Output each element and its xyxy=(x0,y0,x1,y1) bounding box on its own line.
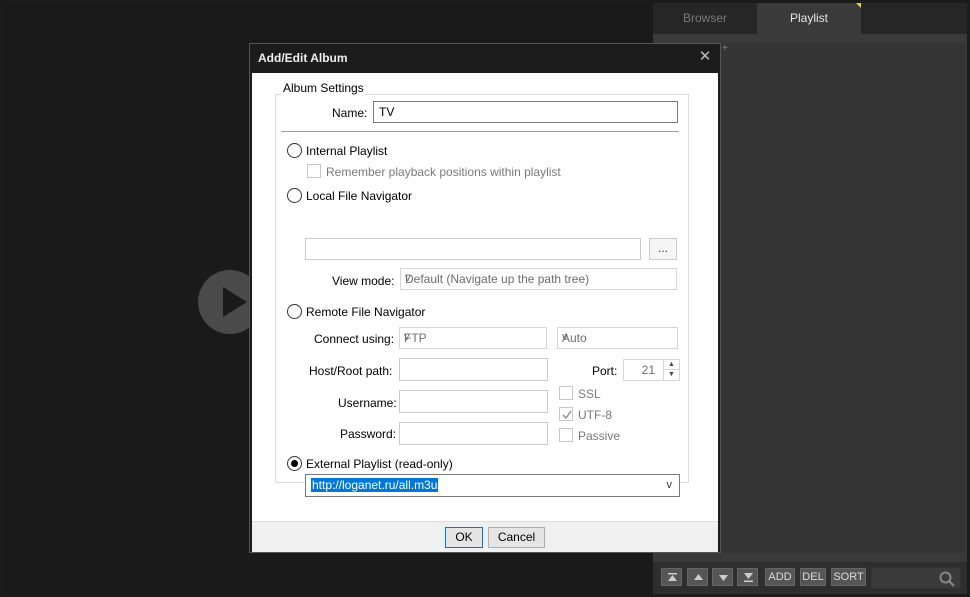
internal-playlist-label[interactable]: Internal Playlist xyxy=(306,144,387,158)
local-path-input[interactable] xyxy=(305,238,641,260)
tab-browser[interactable]: Browser xyxy=(653,3,757,34)
remember-positions-checkbox[interactable] xyxy=(307,164,321,178)
remote-navigator-label[interactable]: Remote File Navigator xyxy=(306,305,425,319)
chevron-down-icon: v xyxy=(666,479,673,491)
local-navigator-radio[interactable] xyxy=(287,188,302,203)
external-playlist-radio[interactable] xyxy=(287,456,302,471)
move-top-button[interactable] xyxy=(661,568,682,586)
move-bottom-button[interactable] xyxy=(737,568,758,586)
host-input[interactable] xyxy=(399,358,548,381)
utf8-label: UTF-8 xyxy=(578,408,612,422)
port-up-icon[interactable]: ▲ xyxy=(663,360,679,370)
username-label: Username: xyxy=(338,396,397,410)
move-up-button[interactable] xyxy=(687,568,708,586)
chevron-down-icon: v xyxy=(562,331,568,343)
ssl-checkbox[interactable] xyxy=(559,386,573,400)
chevron-down-icon: v xyxy=(404,331,410,343)
name-value: TV xyxy=(379,105,395,119)
host-label: Host/Root path: xyxy=(309,364,393,378)
port-down-icon[interactable]: ▼ xyxy=(663,370,679,380)
dialog-footer: OK Cancel xyxy=(252,521,718,552)
cancel-button[interactable]: Cancel xyxy=(488,527,545,548)
move-down-button[interactable] xyxy=(712,568,733,586)
username-input[interactable] xyxy=(399,390,548,413)
playlist-toolbar: ADD DEL SORT xyxy=(653,562,967,594)
name-input[interactable]: TV xyxy=(373,101,678,123)
tab-strip-filler xyxy=(861,3,967,34)
port-label: Port: xyxy=(592,364,618,378)
move-top-icon xyxy=(668,573,677,581)
dialog-body: Album Settings Name: TV Internal Playlis… xyxy=(252,73,718,521)
move-bottom-icon xyxy=(744,573,753,582)
view-mode-label: View mode: xyxy=(332,274,395,288)
local-navigator-label[interactable]: Local File Navigator xyxy=(306,189,412,203)
dialog-title: Add/Edit Album xyxy=(258,51,348,65)
connect-using-label: Connect using: xyxy=(314,332,395,346)
group-title: Album Settings xyxy=(281,81,366,95)
checkmark-icon xyxy=(562,410,572,420)
mode-select[interactable]: Auto v xyxy=(557,327,678,349)
passive-label: Passive xyxy=(578,429,621,443)
close-icon[interactable]: ✕ xyxy=(696,48,714,66)
protocol-select[interactable]: FTP v xyxy=(399,327,547,349)
password-input[interactable] xyxy=(399,422,548,445)
port-stepper[interactable]: 21 ▲ ▼ xyxy=(623,359,680,381)
external-playlist-label[interactable]: External Playlist (read-only) xyxy=(306,457,453,471)
add-button[interactable]: ADD xyxy=(765,568,795,586)
tab-playlist[interactable]: Playlist xyxy=(757,3,861,34)
port-value: 21 xyxy=(641,363,655,377)
remember-positions-label: Remember playback positions within playl… xyxy=(326,165,561,179)
passive-checkbox[interactable] xyxy=(559,428,573,442)
add-album-icon[interactable]: + xyxy=(722,43,728,54)
tab-corner-marker xyxy=(856,3,861,8)
move-down-icon xyxy=(719,575,728,581)
divider xyxy=(281,131,679,132)
name-label: Name: xyxy=(332,106,368,120)
password-label: Password: xyxy=(340,427,397,441)
sort-button[interactable]: SORT xyxy=(831,568,866,586)
playlist-url-select[interactable]: http://loganet.ru/all.m3u v xyxy=(305,474,680,497)
playlist-list[interactable] xyxy=(713,43,965,553)
search-icon xyxy=(939,571,955,587)
chevron-down-icon: v xyxy=(405,272,411,284)
remote-navigator-radio[interactable] xyxy=(287,304,302,319)
browse-button[interactable]: ... xyxy=(649,238,677,260)
view-mode-select[interactable]: Default (Navigate up the path tree) v xyxy=(400,268,677,290)
playlist-url-value: http://loganet.ru/all.m3u xyxy=(311,478,439,492)
delete-button[interactable]: DEL xyxy=(800,568,826,586)
app-window: Browser Playlist + ADD DEL SORT Add/Edit… xyxy=(0,0,970,597)
internal-playlist-radio[interactable] xyxy=(287,143,302,158)
utf8-checkbox[interactable] xyxy=(559,407,573,421)
ok-button[interactable]: OK xyxy=(445,527,483,548)
move-up-icon xyxy=(694,574,703,580)
search-field[interactable] xyxy=(871,567,961,589)
ssl-label: SSL xyxy=(578,387,601,401)
add-edit-album-dialog: Add/Edit Album ✕ Album Settings Name: TV… xyxy=(249,43,721,553)
